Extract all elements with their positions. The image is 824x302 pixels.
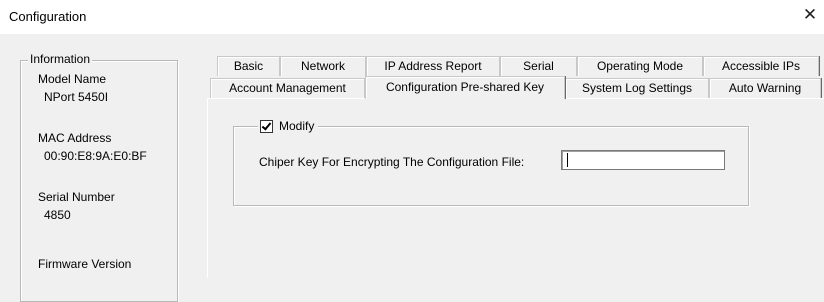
cipher-key-input[interactable] — [561, 150, 725, 170]
window-title: Configuration — [9, 9, 87, 24]
tab-basic[interactable]: Basic — [217, 56, 280, 76]
close-icon[interactable]: ✕ — [802, 6, 818, 24]
modify-checkbox[interactable] — [260, 119, 273, 133]
tab-network[interactable]: Network — [280, 56, 366, 76]
title-bar: Configuration ✕ — [0, 0, 824, 34]
cipher-key-label: Chiper Key For Encrypting The Configurat… — [259, 155, 525, 169]
model-name-value: NPort 5450I — [44, 90, 109, 104]
tab-auto-warning[interactable]: Auto Warning — [709, 78, 821, 98]
tab-accessible-ips[interactable]: Accessible IPs — [703, 56, 819, 76]
mac-address-label: MAC Address — [38, 131, 112, 145]
tab-configuration-pre-shared-key[interactable]: Configuration Pre-shared Key — [365, 76, 565, 99]
firmware-version-label: Firmware Version — [38, 257, 132, 271]
tab-account-management[interactable]: Account Management — [210, 78, 365, 98]
modify-label: Modify — [279, 119, 315, 133]
tab-ip-address-report[interactable]: IP Address Report — [366, 56, 500, 76]
text-caret — [567, 153, 568, 167]
tab-system-log-settings[interactable]: System Log Settings — [565, 78, 709, 98]
mac-address-value: 00:90:E8:9A:E0:BF — [44, 149, 147, 163]
tab-operating-mode[interactable]: Operating Mode — [577, 56, 703, 76]
modify-checkbox-row[interactable]: Modify — [258, 118, 319, 134]
model-name-label: Model Name — [38, 72, 107, 86]
information-legend: Information — [28, 52, 93, 66]
tab-serial[interactable]: Serial — [500, 56, 577, 76]
serial-number-value: 4850 — [44, 208, 71, 222]
serial-number-label: Serial Number — [38, 190, 115, 204]
